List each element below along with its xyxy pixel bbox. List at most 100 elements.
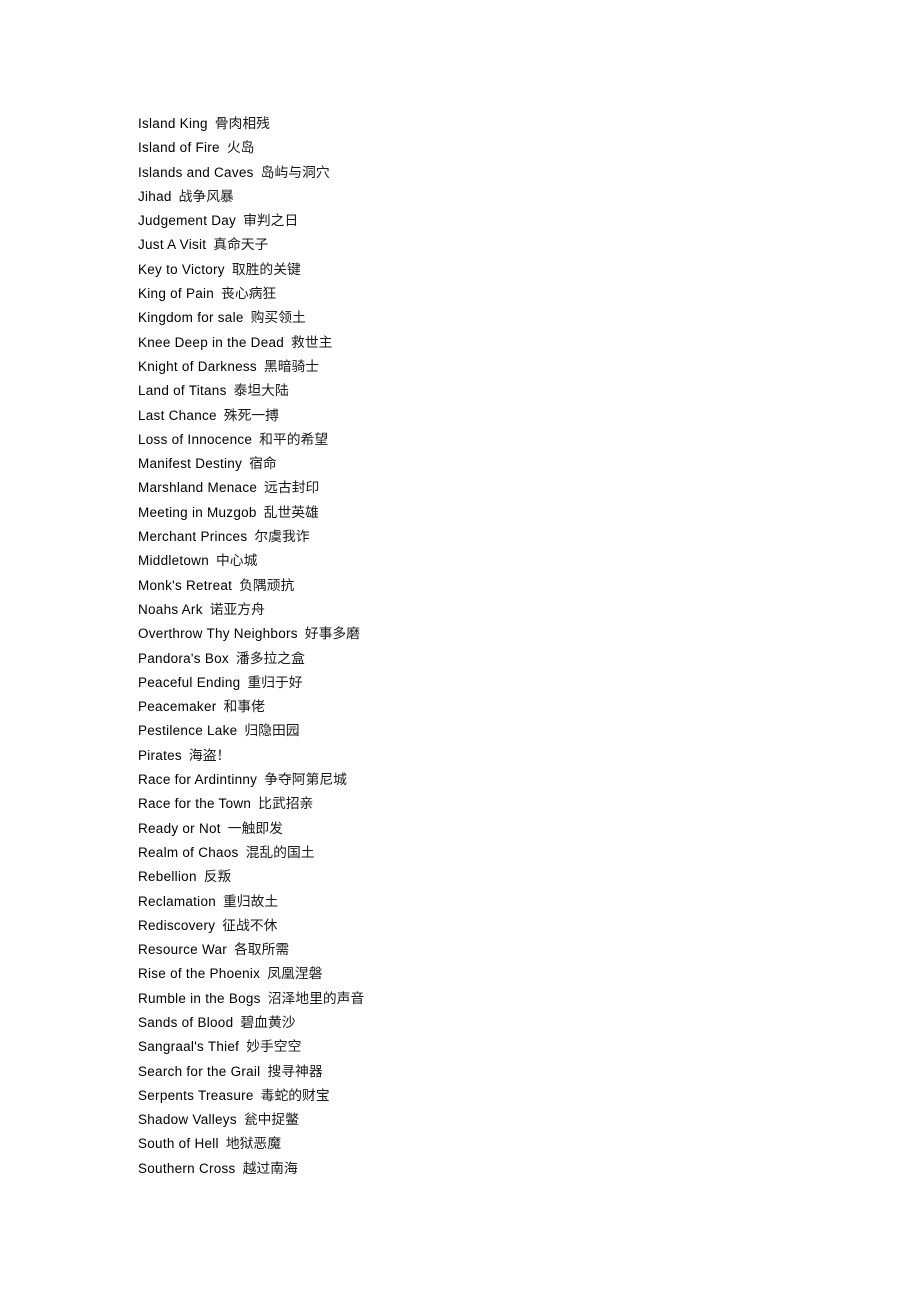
- list-item: Southern Cross 越过南海: [138, 1157, 838, 1181]
- entry-title-zh: 真命天子: [213, 237, 269, 254]
- entry-title-en: Islands and Caves: [138, 164, 254, 180]
- entry-title-en: Knight of Darkness: [138, 358, 257, 374]
- entry-title-en: Serpents Treasure: [138, 1087, 254, 1103]
- entry-title-zh: 泰坦大陆: [233, 383, 289, 400]
- entry-title-en: Loss of Innocence: [138, 431, 253, 447]
- entry-title-zh: 和平的希望: [259, 431, 329, 448]
- entry-title-en: Pandora's Box: [138, 650, 229, 666]
- list-item: Search for the Grail 搜寻神器: [138, 1060, 838, 1084]
- list-item: Sangraal's Thief 妙手空空: [138, 1035, 838, 1059]
- list-item: Loss of Innocence 和平的希望: [138, 428, 838, 452]
- list-item: Last Chance 殊死一搏: [138, 404, 838, 428]
- list-item: Middletown 中心城: [138, 549, 838, 573]
- entry-title-en: Key to Victory: [138, 261, 225, 277]
- entry-title-en: Marshland Menace: [138, 480, 258, 496]
- entry-title-en: Realm of Chaos: [138, 844, 239, 860]
- list-item: Knight of Darkness 黑暗骑士: [138, 355, 838, 379]
- entry-title-en: Sangraal's Thief: [138, 1039, 240, 1055]
- entry-title-zh: 岛屿与洞穴: [260, 164, 330, 181]
- entry-title-en: South of Hell: [138, 1136, 219, 1152]
- entry-title-zh: 乱世英雄: [263, 504, 319, 521]
- list-item: Key to Victory 取胜的关键: [138, 258, 838, 282]
- entry-title-zh: 混乱的国土: [245, 844, 315, 861]
- entry-title-zh: 重归于好: [247, 674, 303, 691]
- entry-title-zh: 购买领土: [250, 310, 306, 327]
- entry-title-zh: 宿命: [249, 456, 277, 473]
- entry-title-en: Rise of the Phoenix: [138, 966, 261, 982]
- entry-title-zh: 审判之日: [243, 213, 299, 230]
- list-item: Rediscovery 征战不休: [138, 914, 838, 938]
- entry-title-en: Search for the Grail: [138, 1063, 261, 1079]
- list-item: Reclamation 重归故土: [138, 890, 838, 914]
- entry-title-zh: 中心城: [215, 553, 258, 570]
- list-item: Marshland Menace 远古封印: [138, 476, 838, 500]
- list-item: Rise of the Phoenix 凤凰涅磐: [138, 962, 838, 986]
- entry-title-en: Peacemaker: [138, 699, 217, 715]
- entry-title-en: Land of Titans: [138, 383, 227, 399]
- entry-title-en: Overthrow Thy Neighbors: [138, 626, 298, 642]
- entry-title-en: Peaceful Ending: [138, 674, 241, 690]
- entry-title-en: Rumble in the Bogs: [138, 990, 261, 1006]
- entry-title-zh: 火岛: [226, 140, 255, 157]
- list-item: Island of Fire 火岛: [138, 136, 838, 160]
- entry-title-en: Manifest Destiny: [138, 456, 243, 472]
- entry-title-zh: 黑暗骑士: [263, 358, 320, 375]
- entry-title-en: Island of Fire: [138, 140, 220, 156]
- entry-title-zh: 尔虞我诈: [254, 529, 310, 546]
- list-item: Race for Ardintinny 争夺阿第尼城: [138, 768, 838, 792]
- entry-title-en: King of Pain: [138, 286, 215, 302]
- entry-title-en: Pirates: [138, 747, 182, 763]
- entry-title-zh: 妙手空空: [246, 1039, 302, 1056]
- entry-title-en: Jihad: [138, 188, 172, 204]
- list-item: Peaceful Ending 重归于好: [138, 671, 838, 695]
- entry-title-en: Knee Deep in the Dead: [138, 334, 285, 350]
- list-item: Shadow Valleys 瓮中捉鳖: [138, 1108, 838, 1132]
- entry-title-zh: 负隅顽抗: [239, 577, 295, 594]
- entry-title-en: Monk's Retreat: [138, 577, 233, 593]
- entry-title-en: Pestilence Lake: [138, 723, 238, 739]
- entry-title-zh: 取胜的关键: [231, 261, 301, 278]
- entry-title-zh: 救世主: [291, 334, 333, 351]
- list-item: Race for the Town 比武招亲: [138, 792, 838, 816]
- entry-title-zh: 战争风暴: [178, 188, 234, 205]
- list-item: Noahs Ark 诺亚方舟: [138, 598, 838, 622]
- entry-title-en: Southern Cross: [138, 1160, 236, 1176]
- list-item: Islands and Caves 岛屿与洞穴: [138, 161, 838, 185]
- entry-title-en: Merchant Princes: [138, 529, 248, 545]
- list-item: Kingdom for sale 购买领土: [138, 306, 838, 330]
- list-item: Meeting in Muzgob 乱世英雄: [138, 501, 838, 525]
- entry-title-en: Middletown: [138, 553, 209, 569]
- entry-title-en: Race for the Town: [138, 796, 252, 812]
- list-item: Peacemaker 和事佬: [138, 695, 838, 719]
- list-item: Merchant Princes 尔虞我诈: [138, 525, 838, 549]
- document-page: Island King 骨肉相残 Island of Fire 火岛 Islands a…: [0, 0, 920, 1302]
- entry-title-zh: 搜寻神器: [267, 1063, 323, 1080]
- list-item: Judgement Day 审判之日: [138, 209, 838, 233]
- list-item: Island King 骨肉相残: [138, 112, 838, 136]
- entry-title-en: Shadow Valleys: [138, 1112, 237, 1128]
- entry-title-en: Rebellion: [138, 869, 197, 885]
- entry-title-zh: 反叛: [203, 869, 232, 886]
- list-item: Monk's Retreat 负隅顽抗: [138, 574, 838, 598]
- entry-title-zh: 好事多磨: [304, 626, 360, 643]
- entry-title-zh: 碧血黄沙: [240, 1014, 296, 1031]
- list-item: Just A Visit 真命天子: [138, 233, 838, 257]
- list-item: Overthrow Thy Neighbors 好事多磨: [138, 622, 838, 646]
- list-item: Manifest Destiny 宿命: [138, 452, 838, 476]
- entry-title-zh: 归隐田园: [244, 723, 300, 740]
- list-item: Ready or Not 一触即发: [138, 817, 838, 841]
- entry-title-zh: 骨肉相残: [214, 116, 270, 132]
- entry-title-zh: 丧心病狂: [221, 286, 277, 303]
- entry-title-zh: 诺亚方舟: [209, 601, 265, 618]
- entry-title-zh: 海盗！: [188, 747, 231, 764]
- entry-title-zh: 沼泽地里的声音: [267, 990, 365, 1007]
- entry-title-zh: 争夺阿第尼城: [264, 772, 347, 789]
- list-item: Jihad 战争风暴: [138, 185, 838, 209]
- entry-title-zh: 远古封印: [264, 480, 320, 497]
- list-item: Pirates 海盗！: [138, 744, 838, 768]
- entry-title-en: Sands of Blood: [138, 1014, 234, 1030]
- entry-title-zh: 征战不休: [222, 917, 278, 934]
- list-item: Pestilence Lake 归隐田园: [138, 719, 838, 743]
- list-item: Realm of Chaos 混乱的国土: [138, 841, 838, 865]
- entry-title-zh: 一触即发: [227, 820, 283, 837]
